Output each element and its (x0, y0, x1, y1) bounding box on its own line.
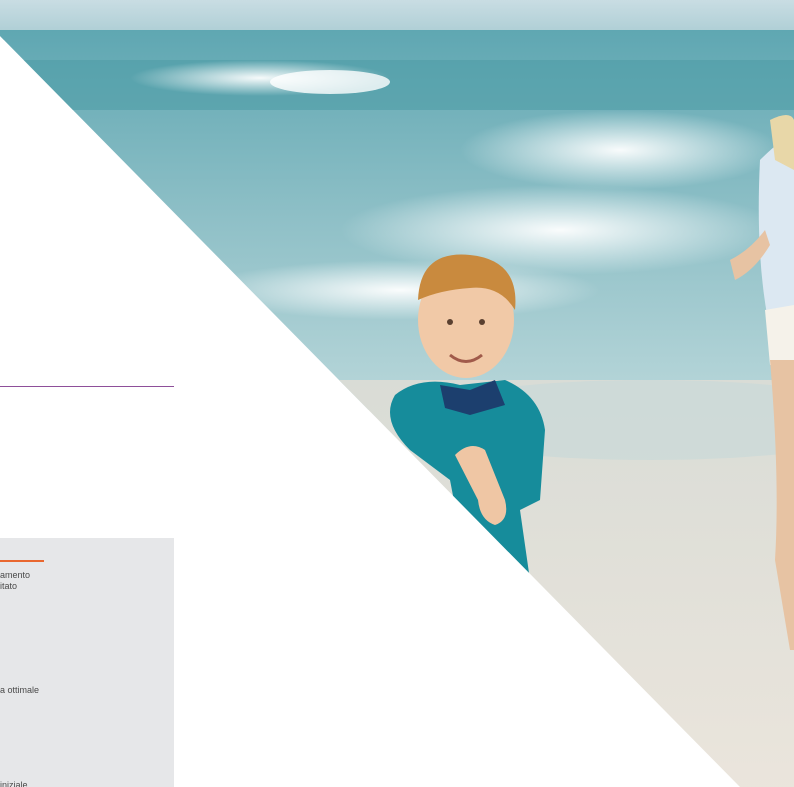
section-divider (0, 386, 174, 387)
info-text-line: iniziale (0, 780, 28, 787)
info-box: amento itato a ottimale iniziale (0, 538, 174, 787)
brochure-page: amento itato a ottimale iniziale (0, 0, 794, 787)
info-text-line: amento (0, 570, 31, 580)
info-box-accent-rule (0, 560, 44, 562)
info-text-line: a ottimale (0, 685, 40, 695)
info-text-line: itato (0, 581, 18, 591)
